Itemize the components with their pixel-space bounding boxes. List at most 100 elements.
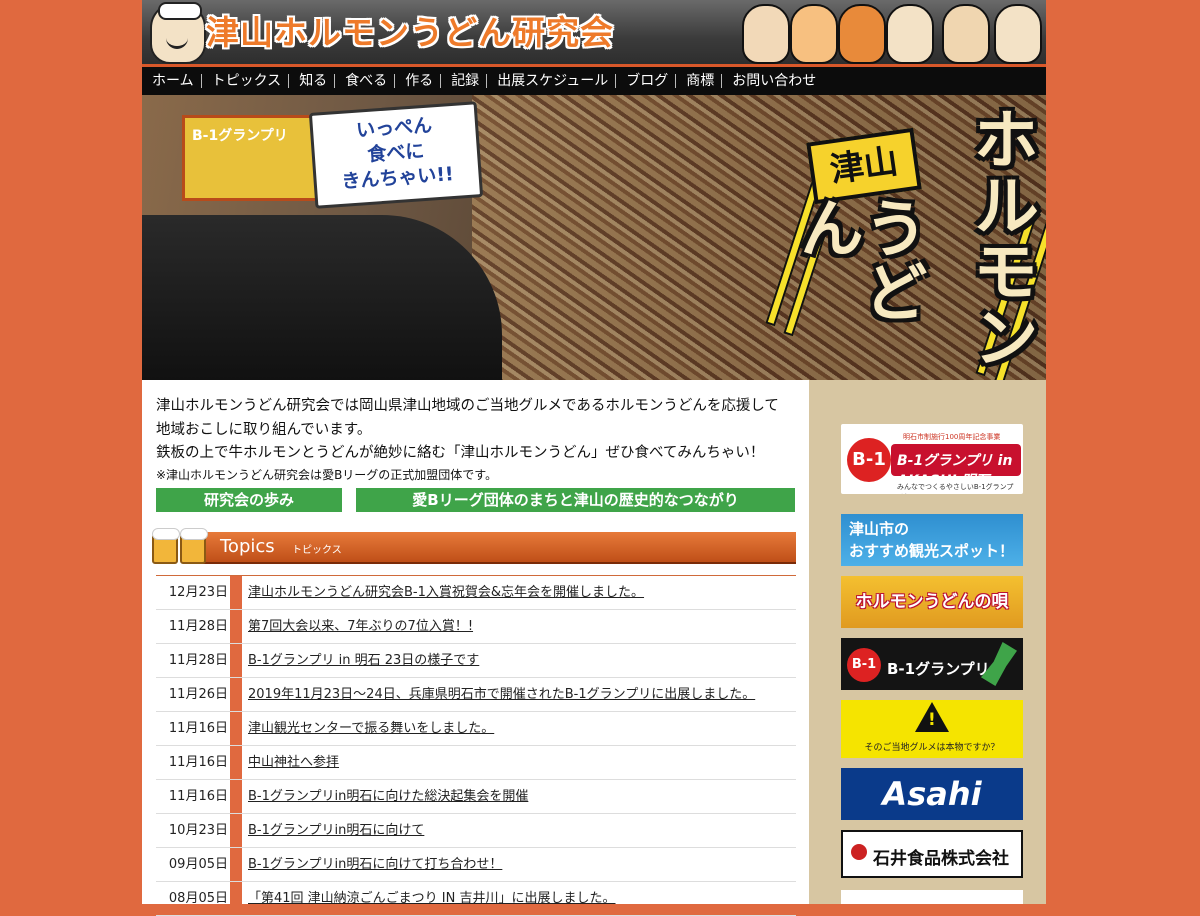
intro-text: 津山ホルモンうどん研究会では岡山県津山地域のご当地グルメであるホルモンうどんを応… — [156, 395, 796, 484]
event-banner-text: B-1グランプリ — [192, 128, 288, 144]
news-date: 11月16日 — [168, 721, 228, 736]
news-link[interactable]: B-1グランプリin明石に向けた総決起集会を開催 — [248, 780, 528, 813]
news-link[interactable]: 「第41回 津山納涼ごんごまつり IN 吉井川」に出展しました。 — [248, 882, 616, 915]
logo-horumon: ホルモン — [962, 105, 1039, 369]
warning-icon — [915, 702, 949, 732]
news-item: 11月28日 B-1グランプリ in 明石 23日の様子です — [156, 644, 796, 678]
crowd-photo — [142, 215, 502, 380]
nav-trademark[interactable]: 商標 — [676, 74, 723, 88]
mascot-logo[interactable] — [150, 2, 206, 64]
beer-mugs-icon — [148, 518, 214, 564]
beer-mug-icon — [152, 528, 180, 564]
news-link[interactable]: 津山観光センターで振る舞いをしました。 — [248, 712, 494, 745]
news-item: 08月05日 「第41回 津山納涼ごんごまつり IN 吉井川」に出展しました。 — [156, 882, 796, 916]
news-link[interactable]: B-1グランプリin明石に向けて打ち合わせ！ — [248, 848, 502, 881]
nav-blog[interactable]: ブログ — [616, 74, 677, 88]
beer-mug-icon — [180, 528, 208, 564]
nav-make[interactable]: 作る — [395, 74, 442, 88]
note-suffix: の正式加盟団体です。 — [378, 467, 498, 482]
mascot-character — [942, 4, 990, 64]
news-marker — [230, 576, 242, 609]
intro-line: 地域おこしに取り組んでいます。 — [156, 421, 372, 438]
news-marker — [230, 746, 242, 779]
news-marker — [230, 644, 242, 677]
news-item: 11月28日 第7回大会以来、7年ぶりの7位入賞！! — [156, 610, 796, 644]
news-item: 09月05日 B-1グランプリin明石に向けて打ち合わせ！ — [156, 848, 796, 882]
ishii-logo-icon — [851, 844, 867, 860]
news-link[interactable]: 第7回大会以来、7年ぶりの7位入賞！! — [248, 610, 473, 643]
news-item: 11月16日 中山神社へ参拝 — [156, 746, 796, 780]
site-header: 津山ホルモンうどん研究会 — [142, 0, 1046, 67]
nav-eat[interactable]: 食べる — [335, 74, 396, 88]
mascot-character — [790, 4, 838, 64]
sightseeing-banner[interactable]: 津山市の おすすめ観光スポット！ — [841, 514, 1023, 566]
page-container: 津山ホルモンうどん研究会 ホーム トピックス 知る 食べる 作る 記録 出展スケ… — [142, 0, 1046, 916]
nav-record[interactable]: 記録 — [441, 74, 488, 88]
hero-image: B-1グランプリ いっぺん 食べに きんちゃい!! 津山 ホルモン うどん — [142, 95, 1046, 380]
ai-b-league-link[interactable]: 愛Bリーグ — [322, 468, 378, 482]
ishii-foods-banner[interactable]: 石井食品株式会社 — [841, 830, 1023, 878]
authentic-gourmet-text: そのご当地グルメは本物ですか？ — [864, 743, 1000, 753]
news-item: 12月23日 津山ホルモンうどん研究会B-1入賞祝賀会&忘年会を開催しました。 — [156, 576, 796, 610]
topics-header: Topics トピックス — [200, 532, 796, 564]
intro-note: ※津山ホルモンうどん研究会は愛Bリーグの正式加盟団体です。 — [156, 466, 796, 484]
connection-button[interactable]: 愛Bリーグ団体のまちと津山の歴史的なつながり — [356, 488, 795, 512]
b1-badge: B-1 — [847, 438, 891, 482]
news-item: 11月16日 津山観光センターで振る舞いをしました。 — [156, 712, 796, 746]
mascot-character — [742, 4, 790, 64]
news-marker — [230, 882, 242, 915]
news-marker — [230, 780, 242, 813]
site-title[interactable]: 津山ホルモンうどん研究会 — [206, 6, 614, 54]
speech-bubble: いっぺん 食べに きんちゃい!! — [308, 101, 484, 209]
nav-topics[interactable]: トピックス — [202, 74, 290, 88]
intro-line: 鉄板の上で牛ホルモンとうどんが絶妙に絡む「津山ホルモンうどん」ぜひ食べてみんちゃ… — [156, 445, 765, 461]
logo-udon: うどん — [789, 195, 927, 323]
sightseeing-line: おすすめ観光スポット！ — [849, 542, 1015, 560]
news-marker — [230, 814, 242, 847]
news-link[interactable]: 津山ホルモンうどん研究会B-1入賞祝賀会&忘年会を開催しました。 — [248, 576, 644, 609]
nav-know[interactable]: 知る — [289, 74, 336, 88]
news-link[interactable]: 中山神社へ参拝 — [248, 746, 339, 779]
intro-line: 津山ホルモンうどん研究会では岡山県津山地域のご当地グルメであるホルモンうどんを応… — [156, 398, 779, 414]
mascot-character — [838, 4, 886, 64]
asahi-banner[interactable]: Asahi — [841, 768, 1023, 820]
sidebar: 明石市制施行100周年記念事業 B-1 B-1グランプリ in AKASHI 明… — [809, 380, 1046, 904]
nav-home[interactable]: ホーム — [142, 74, 202, 88]
news-date: 10月23日 — [168, 823, 228, 838]
news-date: 08月05日 — [168, 891, 228, 906]
news-link[interactable]: B-1グランプリ in 明石 23日の様子です — [248, 644, 479, 677]
news-item: 10月23日 B-1グランプリin明石に向けて — [156, 814, 796, 848]
main-nav: ホーム トピックス 知る 食べる 作る 記録 出展スケジュール ブログ 商標 お… — [142, 67, 1046, 95]
b1-banner-caption: 明石市制施行100周年記念事業 — [903, 433, 1001, 441]
sponsor-banner[interactable] — [841, 890, 1023, 904]
news-marker — [230, 610, 242, 643]
news-item: 11月26日 2019年11月23日～24日、兵庫県明石市で開催されたB-1グラ… — [156, 678, 796, 712]
news-date: 11月28日 — [168, 653, 228, 668]
history-button[interactable]: 研究会の歩み — [156, 488, 342, 512]
b1-badge: B-1 — [847, 648, 881, 682]
news-list: 12月23日 津山ホルモンうどん研究会B-1入賞祝賀会&忘年会を開催しました。 … — [156, 576, 796, 916]
news-date: 11月16日 — [168, 789, 228, 804]
b1-grandprix-banner[interactable]: B-1 B-1グランプリ — [841, 638, 1023, 690]
authentic-gourmet-banner[interactable]: そのご当地グルメは本物ですか？ — [841, 700, 1023, 758]
ishii-foods-name: 石井食品株式会社 — [873, 849, 1009, 869]
song-banner[interactable]: ホルモンうどんの唄 — [841, 576, 1023, 628]
nav-contact[interactable]: お問い合わせ — [722, 74, 823, 88]
news-marker — [230, 848, 242, 881]
note-prefix: ※津山ホルモンうどん研究会は — [156, 467, 323, 482]
topics-title: Topics — [220, 536, 275, 557]
b1-akashi-banner[interactable]: 明石市制施行100周年記念事業 B-1 B-1グランプリ in AKASHI 明… — [841, 424, 1023, 494]
nav-schedule[interactable]: 出展スケジュール — [487, 74, 617, 88]
b1-banner-tagline: みんなでつくるやさしいB-1グランプリ！ — [897, 483, 1014, 494]
topics-subtitle: トピックス — [292, 545, 342, 556]
news-link[interactable]: B-1グランプリin明石に向けて — [248, 814, 424, 847]
news-link[interactable]: 2019年11月23日～24日、兵庫県明石市で開催されたB-1グランプリに出展し… — [248, 678, 755, 711]
news-date: 11月16日 — [168, 755, 228, 770]
b1-grandprix-title: B-1グランプリ — [887, 660, 990, 678]
mascot-character — [994, 4, 1042, 64]
news-marker — [230, 712, 242, 745]
mascot-character — [886, 4, 934, 64]
news-item: 11月16日 B-1グランプリin明石に向けた総決起集会を開催 — [156, 780, 796, 814]
news-date: 12月23日 — [168, 585, 228, 600]
news-marker — [230, 678, 242, 711]
